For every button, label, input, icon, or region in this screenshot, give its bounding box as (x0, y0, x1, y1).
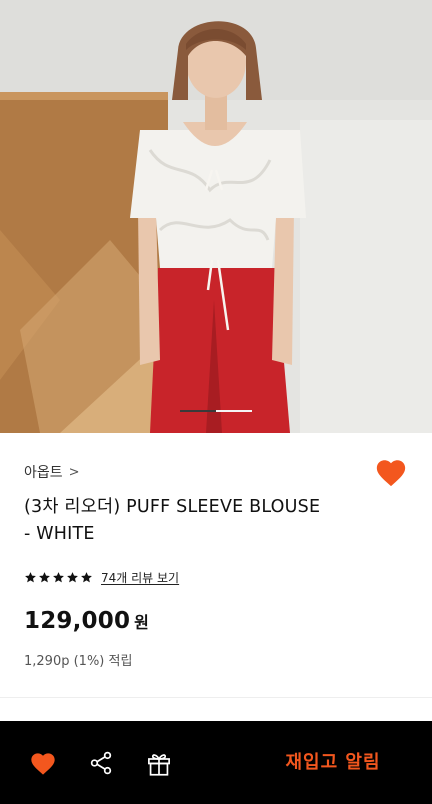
product-title-line1: (3차 리오더) PUFF SLEEVE BLOUSE (24, 497, 321, 517)
chevron-right-icon: > (68, 464, 80, 480)
carousel-dot[interactable] (216, 410, 252, 412)
star-rating (24, 571, 93, 584)
star-icon (67, 572, 78, 583)
price: 129,000 원 (24, 608, 149, 634)
heart-icon (376, 460, 406, 487)
restock-alert-button[interactable]: 재입고 알림 (268, 750, 398, 776)
star-icon (81, 572, 92, 583)
brand-name: 아옵트 (24, 465, 63, 481)
product-title-line2: - WHITE (24, 524, 95, 544)
share-icon (90, 751, 112, 775)
star-icon (25, 572, 36, 583)
gift-icon (148, 754, 170, 776)
review-link[interactable]: 74개 리뷰 보기 (101, 569, 179, 586)
heart-icon (31, 753, 55, 775)
price-amount: 129,000 (24, 608, 131, 634)
star-icon (39, 572, 50, 583)
star-icon (53, 572, 64, 583)
product-title: (3차 리오더) PUFF SLEEVE BLOUSE - WHITE (24, 494, 364, 548)
brand-link[interactable]: 아옵트 > (24, 462, 80, 482)
product-image[interactable] (0, 0, 432, 433)
wishlist-button[interactable] (374, 456, 408, 490)
carousel-dot-active[interactable] (180, 410, 216, 412)
wishlist-bar-button[interactable] (29, 750, 57, 776)
reward-points: 1,290p (1%) 적립 (24, 654, 133, 669)
price-currency: 원 (134, 613, 149, 632)
gift-button[interactable] (145, 750, 173, 777)
product-photo (0, 0, 432, 433)
divider (0, 697, 432, 698)
carousel-indicator (180, 410, 252, 412)
bottom-action-bar: 재입고 알림 (0, 721, 432, 804)
share-button[interactable] (88, 750, 114, 776)
rating-row: 74개 리뷰 보기 (24, 569, 179, 586)
